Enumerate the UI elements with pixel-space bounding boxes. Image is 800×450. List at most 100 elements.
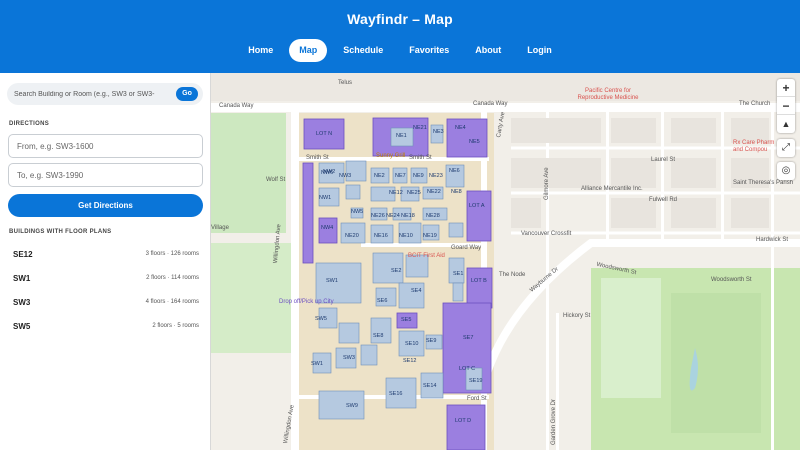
building-row-sw3[interactable]: SW3 4 floors · 164 rooms xyxy=(13,298,199,312)
building-row-sw1[interactable]: SW1 2 floors · 114 rooms xyxy=(13,274,199,288)
building-info: 3 floors · 126 rooms xyxy=(145,251,199,257)
to-input[interactable] xyxy=(9,164,202,186)
building-lot-a xyxy=(466,190,492,242)
locate-icon[interactable]: ◎ xyxy=(777,162,795,180)
sidebar: Go DIRECTIONS Get Directions BUILDINGS W… xyxy=(0,73,211,450)
building-label: NE7 xyxy=(395,173,406,179)
building-label: SE8 xyxy=(373,333,384,339)
nav-about[interactable]: About xyxy=(465,39,511,62)
building-label: SE12 xyxy=(403,358,417,364)
building-label: SW1 xyxy=(326,278,338,284)
zoom-out-button[interactable]: − xyxy=(777,97,795,115)
poi-label: Pacific Centre for Reproductive Medicine xyxy=(577,88,639,101)
building-label: SE7 xyxy=(463,335,474,341)
block-north xyxy=(211,73,800,101)
to-field xyxy=(8,163,203,187)
building-label: NE3 xyxy=(433,129,444,135)
building-label: NE28 xyxy=(426,213,440,219)
zoom-control: + − ▲ xyxy=(777,79,795,133)
building-label: NE25 xyxy=(407,190,421,196)
go-button[interactable]: Go xyxy=(176,87,198,101)
building-west-strip xyxy=(302,162,314,264)
building-row-sw5[interactable]: SW5 2 floors · 5 rooms xyxy=(13,322,199,336)
building-label: LOT N xyxy=(316,131,333,137)
block xyxy=(671,118,716,143)
block xyxy=(511,158,601,188)
nav-map[interactable]: Map xyxy=(289,39,328,62)
poi-label: Sunny Grill xyxy=(376,153,406,159)
building-info: 2 floors · 114 rooms xyxy=(146,275,199,281)
street-label: Canada Way xyxy=(219,103,254,109)
search-input[interactable] xyxy=(14,86,172,102)
building-row-se12[interactable]: SE12 3 floors · 126 rooms xyxy=(13,250,199,264)
search-box: Go xyxy=(7,83,203,105)
street-label: Smith St xyxy=(409,155,432,161)
building-label: NE10 xyxy=(399,233,413,239)
nav-schedule[interactable]: Schedule xyxy=(333,39,393,62)
building-label: SE14 xyxy=(423,383,437,389)
park-area-west xyxy=(211,113,286,233)
building-lot-d xyxy=(446,404,486,450)
building-label: SE5 xyxy=(401,317,412,323)
street-label: Ford St xyxy=(467,396,487,402)
poi-label: Drop off/Pick up City xyxy=(279,299,334,305)
building-label: SW9 xyxy=(346,403,358,409)
street-label: Laurel St xyxy=(651,157,676,163)
building-label: NE4 xyxy=(455,125,466,131)
building-label: SE6 xyxy=(377,298,388,304)
building-label: SE2 xyxy=(391,268,402,274)
buildings-heading: BUILDINGS WITH FLOOR PLANS xyxy=(9,229,112,235)
fullscreen-icon[interactable]: ⤢ xyxy=(777,139,795,157)
poi-label: The Node xyxy=(499,272,526,278)
building-label: NW4 xyxy=(321,225,334,231)
building-label: NE22 xyxy=(427,189,441,195)
building-label: NE9 xyxy=(413,173,424,179)
building-label: NE21 xyxy=(413,125,427,131)
block xyxy=(671,158,716,188)
street-label: Fulwell Rd xyxy=(649,197,678,203)
map-canvas xyxy=(211,73,800,450)
road-side-2 xyxy=(661,112,664,242)
street-label: Gilmore Ave xyxy=(544,167,550,200)
park-area-southwest xyxy=(211,243,301,353)
compass-button[interactable]: ▲ xyxy=(777,115,795,133)
poi-label: Saint Theresa's Parish xyxy=(733,180,794,186)
app-header: Wayfindr – Map Home Map Schedule Favorit… xyxy=(0,0,800,73)
building-label: NW1 xyxy=(319,195,332,201)
nav-login[interactable]: Login xyxy=(517,39,562,62)
building-label: SW3 xyxy=(343,355,355,361)
building-label: NE2 xyxy=(374,173,385,179)
building-label: SE1 xyxy=(453,271,464,277)
block xyxy=(731,198,769,228)
get-directions-button[interactable]: Get Directions xyxy=(8,194,203,217)
poi-label: Vancouver Crossfit xyxy=(521,231,572,237)
building-label: NE1 xyxy=(396,133,407,139)
building-label: LOT A xyxy=(469,203,485,209)
nav-home[interactable]: Home xyxy=(238,39,283,62)
poi-label: Alliance Mercantile Inc. xyxy=(581,186,643,192)
building-name: SW3 xyxy=(13,298,31,307)
street-label: Garden Grove Dr xyxy=(551,398,557,445)
campus-map[interactable]: Canada Way Canada Way Smith St Smith St … xyxy=(211,73,800,450)
from-input[interactable] xyxy=(9,135,202,157)
building-label: NE19 xyxy=(423,233,437,239)
building-label: SE19 xyxy=(469,378,483,384)
building-label: SW5 xyxy=(315,316,327,322)
building-name: SW1 xyxy=(13,274,31,283)
block xyxy=(511,118,601,143)
poi-label: Village xyxy=(211,225,229,231)
building-label: LOT B xyxy=(471,278,487,284)
directions-heading: DIRECTIONS xyxy=(9,121,50,127)
zoom-in-button[interactable]: + xyxy=(777,79,795,97)
building-label: NE12 xyxy=(389,190,403,196)
field-area xyxy=(601,278,661,398)
block xyxy=(611,118,656,143)
building-label: LOT D xyxy=(455,418,472,424)
building-label: NE8 xyxy=(451,189,462,195)
block xyxy=(671,198,716,228)
nav-favorites[interactable]: Favorites xyxy=(399,39,459,62)
poi-label: Telus xyxy=(338,80,353,86)
building-info: 4 floors · 164 rooms xyxy=(145,299,199,305)
building-label: NE18 xyxy=(401,213,415,219)
road-side-1 xyxy=(606,112,609,242)
